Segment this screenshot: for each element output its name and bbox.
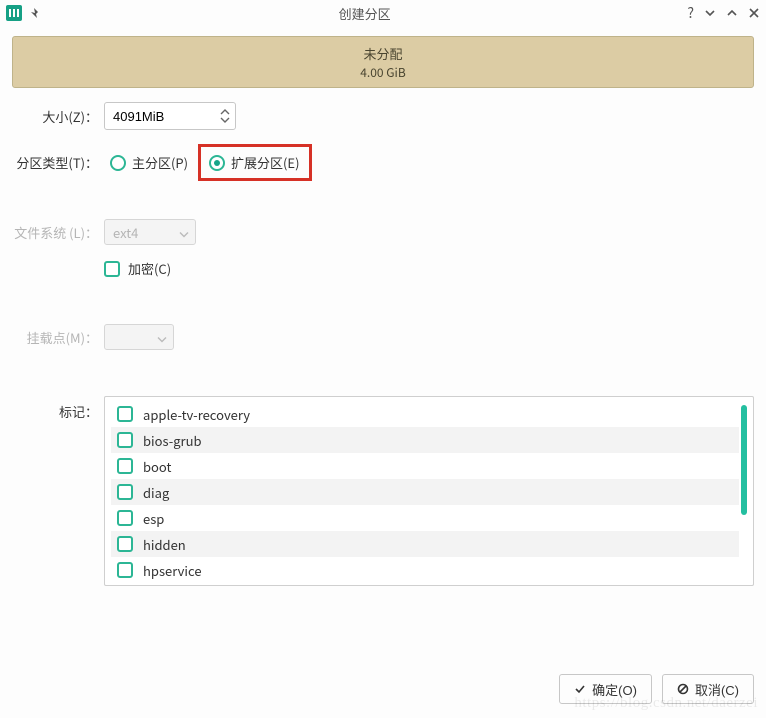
ok-button[interactable]: 确定(O) [559,674,652,704]
flags-scrollbar[interactable] [739,401,749,581]
checkbox-icon [104,261,120,277]
close-icon[interactable] [748,4,760,23]
flag-item-label: apple-tv-recovery [143,405,250,424]
unallocated-label: 未分配 [363,44,402,63]
title-bar: 创建分区 ? [0,0,766,26]
checkbox-icon [117,484,133,500]
chevron-down-icon [179,223,189,242]
pin-icon[interactable] [30,7,42,19]
flag-item-label: hpservice [143,561,202,580]
flag-item-label: hidden [143,535,186,554]
checkbox-icon [117,536,133,552]
size-input[interactable] [104,102,236,130]
maximize-icon[interactable] [726,4,738,23]
flag-item[interactable]: diag [111,479,739,505]
flag-item-label: bios-grub [143,431,202,450]
check-icon [574,683,586,695]
partition-type-primary[interactable]: 主分区(P) [104,149,194,176]
unallocated-size: 4.00 GiB [360,64,405,81]
mountpoint-label: 挂载点(M)： [12,328,104,347]
partition-type-extended[interactable]: 扩展分区(E) [203,149,305,176]
checkbox-icon [117,432,133,448]
flag-item[interactable]: esp [111,505,739,531]
filesystem-label: 文件系统 (L)： [12,223,104,242]
flag-item[interactable]: hidden [111,531,739,557]
minimize-icon[interactable] [704,4,716,23]
encrypt-checkbox[interactable]: 加密(C) [104,259,171,278]
window-title: 创建分区 [42,4,687,23]
size-step-up-icon[interactable] [220,109,230,115]
flag-item[interactable]: bios-grub [111,427,739,453]
scrollbar-thumb[interactable] [741,405,747,515]
size-spinbox[interactable] [104,102,236,130]
checkbox-icon [117,458,133,474]
size-step-down-icon[interactable] [220,117,230,123]
help-icon[interactable]: ? [687,3,694,23]
chevron-down-icon [157,328,167,347]
flag-item-label: esp [143,509,164,528]
radio-unchecked-icon [110,155,126,171]
flag-item-label: diag [143,483,169,502]
cancel-button[interactable]: 取消(C) [662,674,754,704]
checkbox-icon [117,510,133,526]
mountpoint-combo [104,324,174,350]
highlight-box: 扩展分区(E) [198,144,312,181]
partition-type-primary-label: 主分区(P) [132,153,188,172]
radio-checked-icon [209,155,225,171]
cancel-icon [677,683,689,695]
app-icon [6,5,22,21]
flag-item[interactable]: hpservice [111,557,739,581]
flag-item-label: boot [143,457,171,476]
cancel-button-label: 取消(C) [695,680,739,699]
flags-label: 标记： [12,396,104,421]
partition-type-extended-label: 扩展分区(E) [231,153,299,172]
filesystem-combo: ext4 [104,219,196,245]
encrypt-label: 加密(C) [128,259,171,278]
partition-type-label: 分区类型(T)： [12,153,104,172]
ok-button-label: 确定(O) [592,680,637,699]
flag-item[interactable]: apple-tv-recovery [111,401,739,427]
flags-listbox[interactable]: apple-tv-recovery bios-grub boot diag esp hid… [104,396,754,586]
filesystem-value: ext4 [113,223,138,242]
size-label: 大小(Z)： [12,107,104,126]
checkbox-icon [117,406,133,422]
flag-item[interactable]: boot [111,453,739,479]
checkbox-icon [117,562,133,578]
unallocated-banner: 未分配 4.00 GiB [12,36,754,88]
